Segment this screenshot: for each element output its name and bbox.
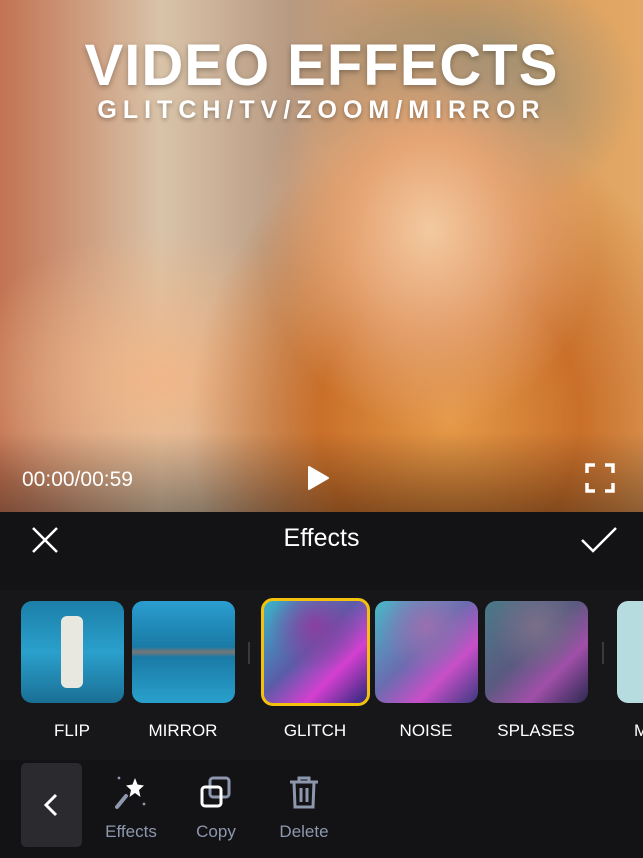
- play-icon[interactable]: [306, 465, 330, 491]
- chevron-left-icon: [43, 793, 58, 817]
- effect-label: M: [634, 721, 643, 740]
- effect-thumb-mirror[interactable]: [132, 601, 235, 703]
- toolbar-effects-button[interactable]: Effects: [96, 775, 166, 842]
- divider: [248, 642, 250, 664]
- toolbar-label: Effects: [105, 822, 157, 841]
- effect-thumb-partial[interactable]: [617, 601, 643, 703]
- toolbar-label: Copy: [196, 822, 236, 841]
- trash-icon: [290, 776, 318, 809]
- toolbar-delete-button[interactable]: Delete: [269, 775, 339, 842]
- effect-thumb-glitch[interactable]: [261, 598, 370, 706]
- effect-label: GLITCH: [283, 721, 347, 740]
- toolbar-copy-button[interactable]: Copy: [181, 775, 251, 842]
- video-preview[interactable]: VIDEO EFFECTS GLITCH/TV/ZOOM/MIRROR 00:0…: [0, 0, 643, 512]
- back-button[interactable]: [21, 763, 82, 847]
- effect-label: FLIP: [54, 721, 90, 740]
- fullscreen-icon[interactable]: [585, 463, 615, 493]
- effect-thumb-noise[interactable]: [375, 601, 478, 703]
- effect-thumb-splases[interactable]: [485, 601, 588, 703]
- toolbar-label: Delete: [279, 822, 329, 841]
- effect-thumb-flip[interactable]: [21, 601, 124, 703]
- promo-subtitle: GLITCH/TV/ZOOM/MIRROR: [97, 96, 546, 124]
- magic-wand-icon: [115, 776, 146, 809]
- effect-label: SPLASES: [497, 721, 575, 740]
- playback-time: 00:00/00:59: [22, 468, 133, 491]
- promo-title: VIDEO EFFECTS: [84, 33, 559, 98]
- header-title: Effects: [283, 524, 360, 552]
- divider: [602, 642, 604, 664]
- effect-label: MIRROR: [148, 721, 218, 740]
- effect-label: NOISE: [399, 721, 453, 740]
- checkmark-icon[interactable]: [580, 526, 618, 554]
- copy-icon: [200, 776, 231, 808]
